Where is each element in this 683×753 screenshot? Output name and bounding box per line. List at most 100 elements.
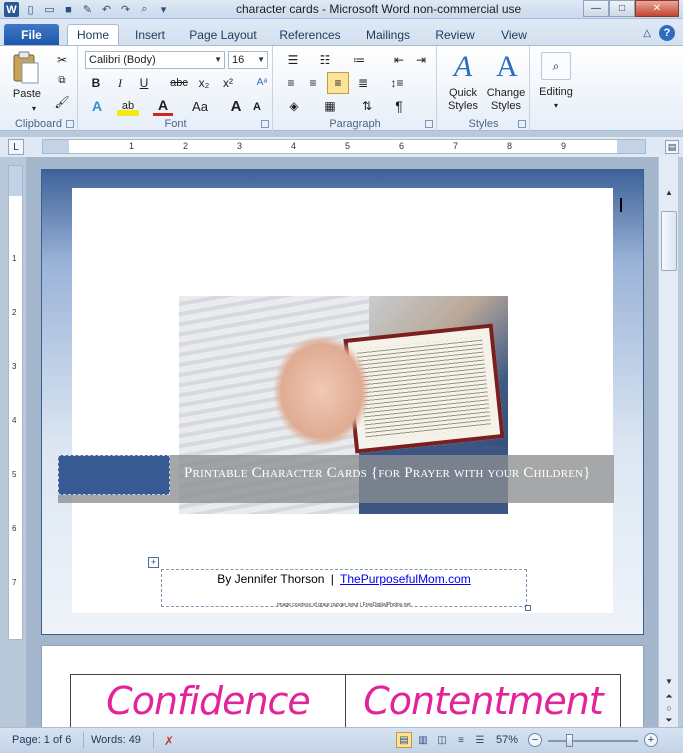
shading-icon[interactable]: ◈ (282, 96, 306, 116)
highlight-button[interactable]: ab (117, 96, 139, 116)
byline[interactable]: By Jennifer Thorson | ThePurposefulMom.c… (162, 572, 526, 586)
paste-dropdown-icon[interactable]: ▾ (28, 103, 40, 113)
align-right-icon[interactable]: ≡ (327, 72, 349, 94)
byline-textbox[interactable]: By Jennifer Thorson | ThePurposefulMom.c… (161, 569, 527, 608)
website-link[interactable]: ThePurposefulMom.com (340, 572, 471, 586)
shrink-font-button[interactable]: A (249, 98, 265, 116)
numbering-icon[interactable]: ☷ (314, 52, 336, 68)
font-dialog-launcher[interactable] (261, 120, 269, 128)
increase-indent-icon[interactable]: ⇥ (412, 52, 430, 68)
paste-button-label[interactable]: Paste (4, 88, 50, 101)
tab-references[interactable]: References (278, 24, 342, 45)
move-handle-icon[interactable]: + (148, 557, 159, 568)
undo-icon[interactable]: ↶ (99, 2, 114, 17)
full-screen-reading-icon[interactable]: ▥ (415, 732, 431, 748)
cards-page[interactable]: Confidence Contentment (41, 645, 644, 727)
view-ruler-icon[interactable]: ▤ (665, 140, 679, 154)
customize-icon[interactable]: ▾ (156, 2, 171, 17)
borders-icon[interactable]: ▦ (318, 96, 342, 116)
line-spacing-icon[interactable]: ↕≡ (384, 74, 410, 92)
vertical-scrollbar[interactable]: ▲ ▼ ⏶ ○ ⏷ (658, 157, 678, 727)
editing-button-label[interactable]: Editing (531, 86, 581, 99)
quick-styles-icon[interactable]: A (446, 50, 480, 84)
vertical-ruler[interactable]: 1 2 3 4 5 6 7 (8, 165, 23, 640)
proofing-errors-icon[interactable]: ✗ (160, 732, 178, 750)
chevron-down-icon[interactable]: ▾ (549, 100, 563, 110)
print-layout-view-icon[interactable]: ▤ (396, 732, 412, 748)
tab-file[interactable]: File (4, 24, 59, 45)
text-effects-button[interactable]: A (87, 96, 107, 116)
previous-page-icon[interactable]: ⏶ (663, 690, 675, 702)
zoom-level[interactable]: 57% (496, 734, 518, 746)
cut-icon[interactable]: ✂ (54, 52, 70, 68)
bullets-icon[interactable]: ☰ (282, 52, 304, 68)
tab-selector[interactable]: L (8, 139, 24, 155)
scroll-down-icon[interactable]: ▼ (662, 674, 676, 688)
minimize-button[interactable]: — (583, 0, 609, 17)
strikethrough-button[interactable]: abc (167, 74, 191, 92)
zoom-out-icon[interactable]: − (528, 733, 542, 747)
font-color-button[interactable]: A (153, 96, 173, 116)
redo-icon[interactable]: ↷ (118, 2, 133, 17)
maximize-button[interactable]: □ (609, 0, 635, 17)
new-document-icon[interactable]: ▯ (23, 2, 38, 17)
next-page-icon[interactable]: ⏷ (663, 714, 675, 726)
format-painter-icon[interactable]: 🖌 (54, 94, 70, 110)
decrease-indent-icon[interactable]: ⇤ (390, 52, 408, 68)
copy-icon[interactable]: ⧉ (54, 72, 70, 88)
tab-insert[interactable]: Insert (131, 24, 169, 45)
change-styles-icon[interactable]: A (490, 50, 524, 84)
scroll-thumb[interactable] (661, 211, 677, 271)
styles-dialog-launcher[interactable] (518, 120, 526, 128)
multilevel-list-icon[interactable]: ≔ (348, 52, 370, 68)
select-browse-object-icon[interactable]: ○ (663, 702, 675, 714)
binoculars-icon[interactable]: ⌕ (541, 52, 571, 80)
underline-button[interactable]: U (135, 74, 153, 92)
character-card[interactable]: Confidence (70, 674, 346, 727)
align-left-icon[interactable]: ≡ (282, 74, 300, 92)
word-app-icon[interactable]: W (4, 2, 19, 17)
paragraph-dialog-launcher[interactable] (425, 120, 433, 128)
justify-icon[interactable]: ≣ (354, 74, 372, 92)
tab-mailings[interactable]: Mailings (362, 24, 414, 45)
sort-icon[interactable]: ⇅ (358, 96, 376, 116)
zoom-slider[interactable] (548, 740, 638, 742)
page-body[interactable]: Printable Character Cards {for Prayer wi… (58, 188, 622, 613)
tab-view[interactable]: View (497, 24, 531, 45)
open-folder-icon[interactable]: ▭ (42, 2, 57, 17)
clipboard-dialog-launcher[interactable] (66, 120, 74, 128)
font-name-combo[interactable]: Calibri (Body) ▼ (85, 51, 225, 69)
help-icon[interactable]: ? (659, 25, 675, 41)
subscript-button[interactable]: x₂ (195, 74, 213, 92)
tab-page-layout[interactable]: Page Layout (188, 24, 258, 45)
outline-view-icon[interactable]: ≡ (453, 732, 469, 748)
document-area[interactable]: Printable Character Cards {for Prayer wi… (26, 157, 658, 727)
resize-handle[interactable] (525, 605, 531, 611)
change-case-button[interactable]: Aa (187, 96, 213, 116)
font-size-combo[interactable]: 16 ▼ (228, 51, 268, 69)
scroll-up-icon[interactable]: ▲ (662, 185, 676, 199)
align-center-icon[interactable]: ≡ (304, 74, 322, 92)
word-count[interactable]: Words: 49 (91, 734, 141, 746)
grow-font-button[interactable]: A (227, 96, 245, 116)
document-tools-icon[interactable]: ✎ (80, 2, 95, 17)
bold-button[interactable]: B (87, 74, 105, 92)
cover-page[interactable]: Printable Character Cards {for Prayer wi… (41, 169, 644, 635)
clear-formatting-icon[interactable]: Aᵃ (253, 72, 271, 92)
draft-view-icon[interactable]: ☰ (472, 732, 488, 748)
tab-review[interactable]: Review (434, 24, 476, 45)
close-button[interactable]: ✕ (635, 0, 679, 17)
superscript-button[interactable]: x² (219, 74, 237, 92)
tab-home[interactable]: Home (67, 24, 119, 45)
italic-button[interactable]: I (111, 74, 129, 92)
page-count[interactable]: Page: 1 of 6 (12, 734, 71, 746)
document-title[interactable]: Printable Character Cards {for Prayer wi… (184, 465, 624, 482)
web-layout-icon[interactable]: ◫ (434, 732, 450, 748)
zoom-in-icon[interactable]: + (644, 733, 658, 747)
character-card[interactable]: Contentment (345, 674, 621, 727)
horizontal-ruler[interactable]: 1 2 3 4 5 6 7 8 9 (42, 139, 646, 154)
minimize-ribbon-icon[interactable]: △ (643, 28, 651, 39)
quick-styles-label[interactable]: Quick Styles (440, 87, 486, 113)
save-icon[interactable]: ■ (61, 2, 76, 17)
zoom-slider-thumb[interactable] (566, 734, 573, 747)
